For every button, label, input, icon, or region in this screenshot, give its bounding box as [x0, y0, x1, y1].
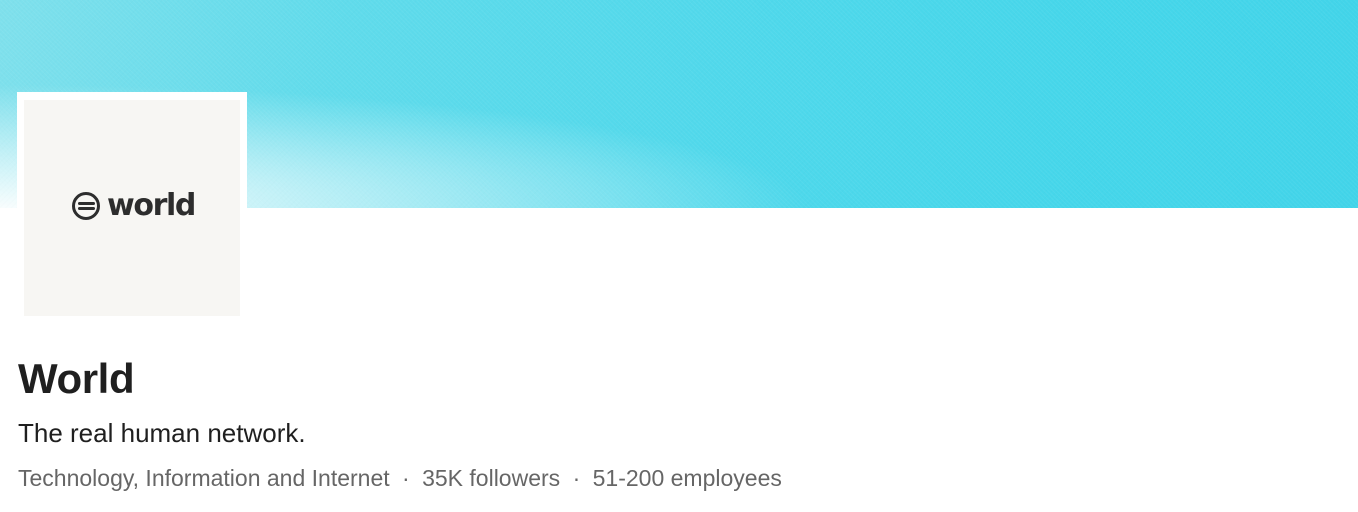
logo-wordmark: world	[107, 188, 196, 223]
logo-lockup: world	[71, 188, 196, 223]
separator-dot: ·	[572, 465, 581, 491]
logo-card: world	[24, 100, 240, 316]
company-name: World	[18, 355, 135, 402]
company-meta: Technology, Information and Internet · 3…	[18, 462, 782, 494]
followers-link[interactable]: 35K followers	[422, 465, 560, 491]
world-e-mark-icon	[72, 192, 101, 220]
industry-text: Technology, Information and Internet	[18, 465, 390, 491]
company-logo[interactable]: world	[17, 92, 247, 322]
separator-dot: ·	[402, 465, 410, 491]
company-page: world World The real human network. Tech…	[0, 0, 1358, 512]
company-tagline: The real human network.	[18, 418, 306, 448]
employees-link[interactable]: 51-200 employees	[593, 465, 782, 491]
